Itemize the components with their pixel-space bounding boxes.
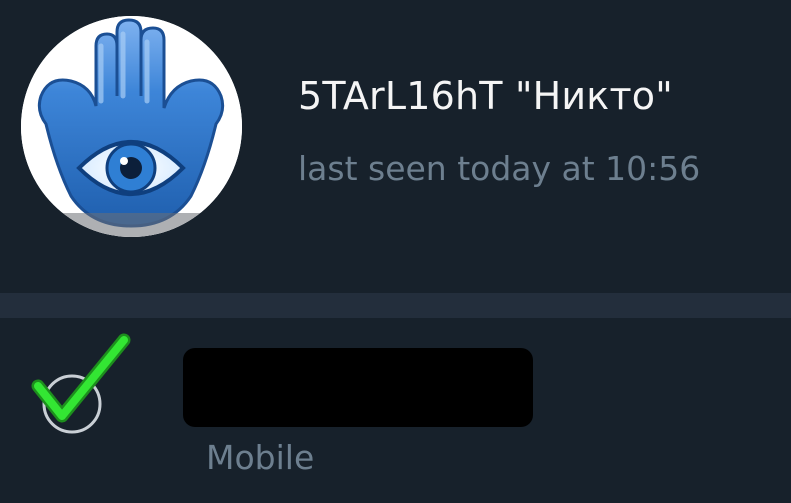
phone-info-row[interactable]: Mobile [0,318,791,503]
hamsa-eye-icon [21,16,242,237]
phone-type-label: Mobile [206,438,315,477]
profile-header: 5TArL16hT "Никто" last seen today at 10:… [0,0,791,293]
check-circle-icon [31,333,131,434]
last-seen-status: last seen today at 10:56 [298,149,701,188]
phone-number-redacted [183,348,533,427]
contact-name: 5TArL16hT "Никто" [298,74,673,118]
avatar[interactable] [21,16,242,237]
section-divider [0,293,791,318]
